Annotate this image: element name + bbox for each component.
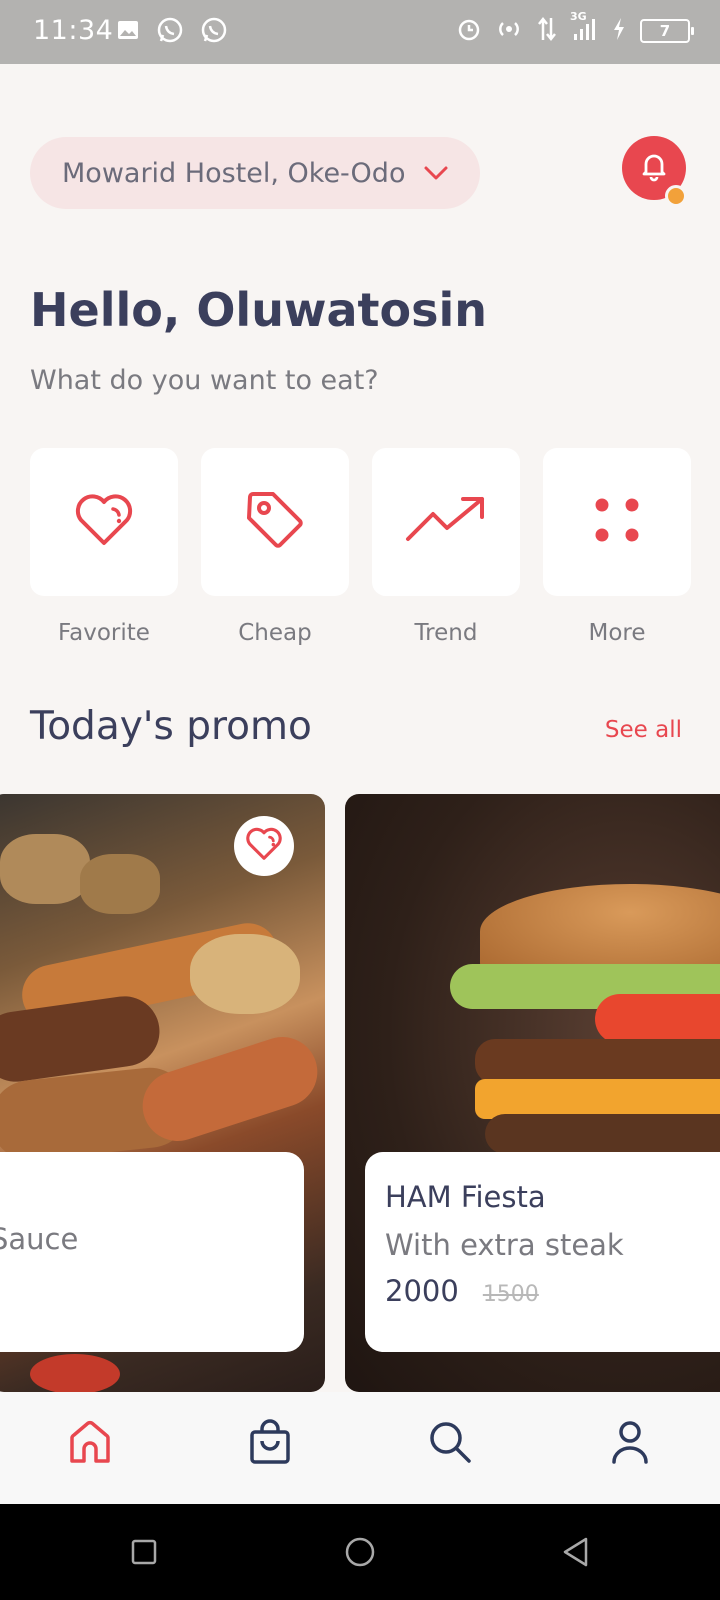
home-button[interactable]: [340, 1534, 380, 1574]
status-bar: 11:34 3G 7: [0, 0, 720, 64]
whatsapp-icon: [156, 16, 184, 48]
system-navigation-bar: [0, 1504, 720, 1600]
network-type: 3G: [570, 10, 587, 23]
category-cheap[interactable]: [201, 448, 349, 596]
home-icon: [67, 1419, 113, 1469]
notification-badge: [665, 185, 687, 207]
heart-icon: [73, 491, 135, 553]
bottom-navigation: [0, 1392, 720, 1504]
greeting-title: Hello, Oluwatosin: [30, 283, 487, 337]
trending-up-icon: [405, 495, 487, 549]
data-transfer-icon: [536, 16, 558, 46]
whatsapp-icon: [200, 16, 228, 48]
nav-home[interactable]: [60, 1414, 120, 1474]
gallery-icon: [116, 18, 140, 46]
recent-apps-button[interactable]: [124, 1534, 164, 1574]
battery-icon: 7: [640, 19, 694, 43]
nav-cart[interactable]: [240, 1414, 300, 1474]
charging-icon: [612, 17, 626, 45]
category-label-cheap: Cheap: [238, 620, 312, 646]
greeting-subtitle: What do you want to eat?: [30, 365, 379, 396]
promo-card[interactable]: Sauce: [0, 794, 325, 1392]
tag-icon: [244, 489, 306, 555]
category-favorite[interactable]: [30, 448, 178, 596]
profile-icon: [607, 1419, 653, 1469]
promo-section-title: Today's promo: [30, 704, 312, 749]
bell-icon: [637, 149, 671, 187]
back-triangle-icon: [561, 1536, 591, 1572]
favorite-toggle[interactable]: [234, 816, 294, 876]
battery-level: 7: [659, 22, 671, 40]
square-icon: [131, 1539, 157, 1569]
category-label-trend: Trend: [414, 620, 478, 646]
category-more[interactable]: [543, 448, 691, 596]
nav-profile[interactable]: [600, 1414, 660, 1474]
search-icon: [427, 1419, 473, 1469]
nav-search[interactable]: [420, 1414, 480, 1474]
hotspot-icon: [496, 16, 522, 46]
category-label-more: More: [588, 620, 646, 646]
circle-icon: [344, 1536, 376, 1572]
chevron-down-icon: [423, 158, 449, 189]
promo-card-old-price: 1500: [482, 1282, 539, 1307]
see-all-link[interactable]: See all: [605, 717, 682, 743]
category-label-favorite: Favorite: [58, 620, 150, 646]
promo-card-desc: With extra steak: [385, 1228, 624, 1262]
promo-card-name: HAM Fiesta: [385, 1180, 546, 1214]
shopping-bag-icon: [247, 1419, 293, 1469]
back-button[interactable]: [556, 1534, 596, 1574]
category-trend[interactable]: [372, 448, 520, 596]
promo-card-info: HAM Fiesta With extra steak 2000 1500: [365, 1152, 720, 1352]
promo-card-desc: Sauce: [0, 1222, 79, 1256]
status-time: 11:34: [33, 15, 114, 46]
location-selector[interactable]: Mowarid Hostel, Oke-Odo: [30, 137, 480, 209]
heart-icon: [244, 826, 284, 866]
grid-dots-icon: [593, 496, 641, 548]
signal-icon: 3G: [570, 10, 598, 46]
promo-card-price: 2000: [385, 1274, 459, 1308]
location-label: Mowarid Hostel, Oke-Odo: [62, 157, 406, 189]
alarm-icon: [456, 16, 482, 46]
promo-card[interactable]: HAM Fiesta With extra steak 2000 1500: [345, 794, 720, 1392]
